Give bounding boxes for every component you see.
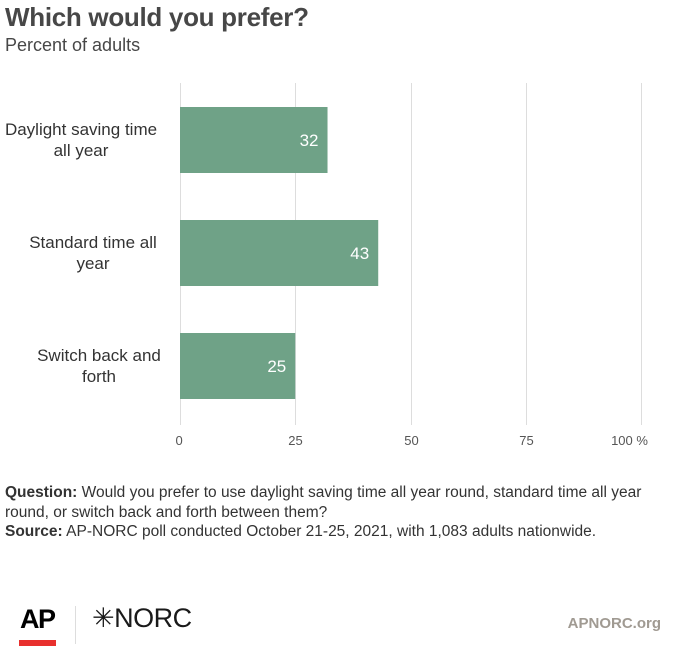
x-tick-label: 75 <box>519 433 533 448</box>
footer-divider <box>75 606 76 644</box>
bars: 32 43 25 <box>180 107 379 399</box>
norc-text: NORC <box>114 603 192 633</box>
bar <box>180 220 379 286</box>
data-label: 25 <box>267 357 286 376</box>
category-label-line: Switch back and <box>37 346 161 365</box>
x-tick-labels: 0 25 50 75 100 % <box>176 433 649 448</box>
data-label: 32 <box>300 131 319 150</box>
category-label-line: all year <box>54 141 109 160</box>
chart-notes: Question: Would you prefer to use daylig… <box>5 483 675 542</box>
bar-chart: 32 43 25 Daylight saving time all year Stand… <box>5 83 649 448</box>
category-label-line: Standard time all <box>29 233 157 252</box>
source-note: Source: AP-NORC poll conducted October 2… <box>5 522 675 542</box>
question-label: Question: <box>5 484 78 501</box>
ap-logo-underline <box>19 640 56 646</box>
category-label-line: Daylight saving time <box>5 120 157 139</box>
category-label: Switch back and forth <box>37 346 161 386</box>
source-label: Source: <box>5 523 63 540</box>
apnorc-url: APNORC.org <box>567 615 661 632</box>
x-tick-label: 0 <box>176 433 183 448</box>
category-label-line: forth <box>82 367 116 386</box>
source-text: AP-NORC poll conducted October 21-25, 20… <box>62 523 597 540</box>
category-label: Daylight saving time all year <box>5 120 157 160</box>
x-tick-label: 50 <box>404 433 418 448</box>
norc-logo: ✳NORC <box>92 603 192 634</box>
question-note: Question: Would you prefer to use daylig… <box>5 483 675 522</box>
data-label: 43 <box>350 244 369 263</box>
category-label-line: year <box>76 254 109 273</box>
x-tick-label: 100 % <box>611 433 648 448</box>
question-text: Would you prefer to use daylight saving … <box>5 484 642 521</box>
norc-star-icon: ✳ <box>92 603 115 633</box>
ap-logo: AP <box>20 604 56 634</box>
category-labels: Daylight saving time all year Standard tim… <box>5 120 161 386</box>
category-label: Standard time all year <box>29 233 157 273</box>
x-tick-label: 25 <box>288 433 302 448</box>
